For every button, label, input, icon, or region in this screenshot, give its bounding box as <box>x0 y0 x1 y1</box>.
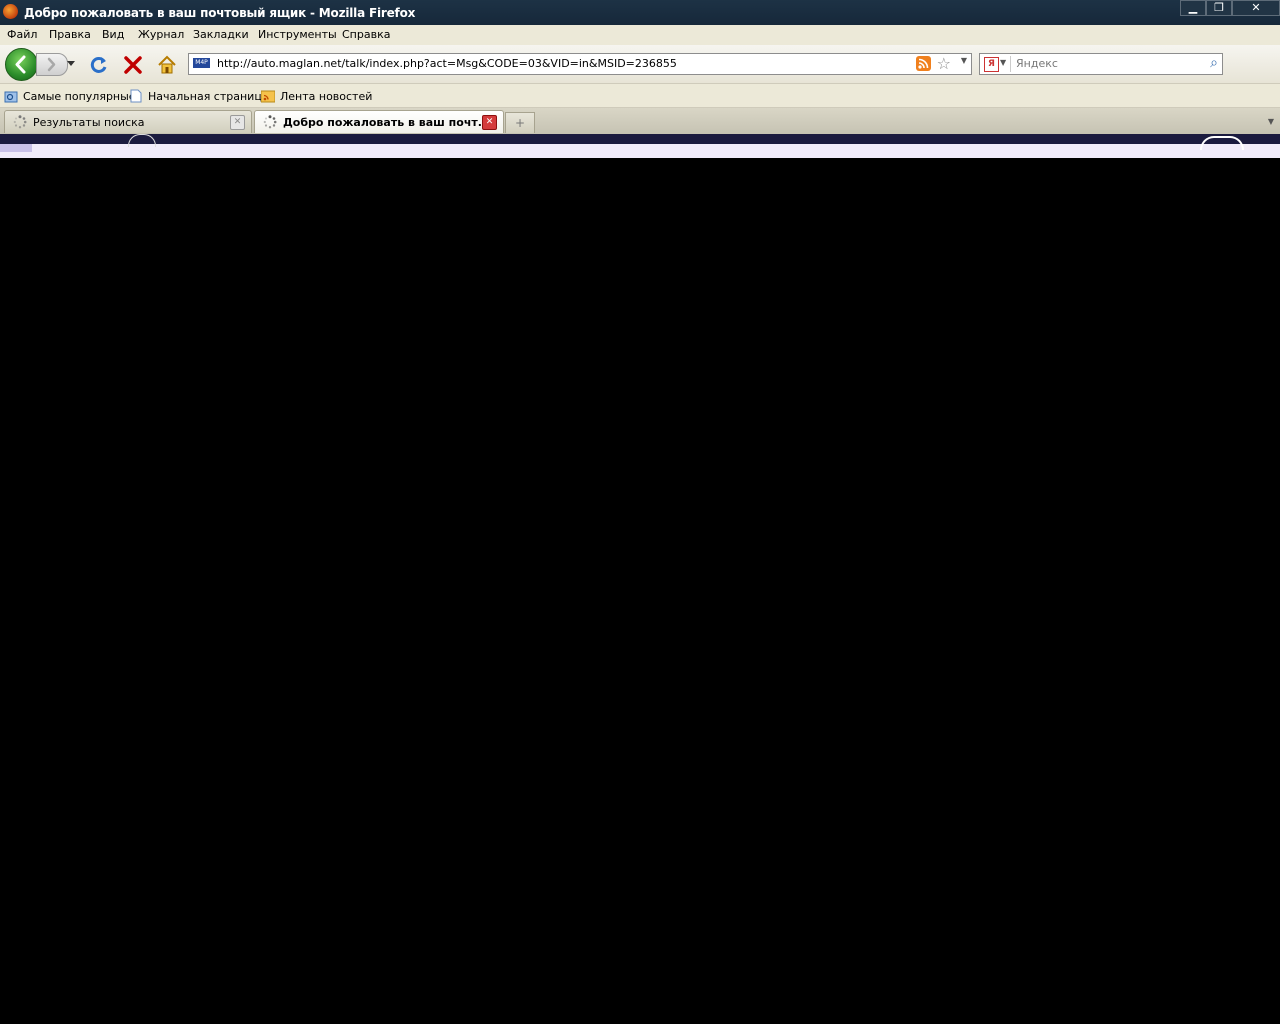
search-input[interactable]: Яндекс <box>1016 57 1058 70</box>
url-dropdown-icon[interactable]: ▼ <box>961 56 967 65</box>
smart-folder-icon <box>4 91 18 103</box>
loading-spinner-icon <box>13 115 27 129</box>
search-engine-selector[interactable]: Я ▼ <box>982 56 1011 72</box>
history-dropdown-icon[interactable] <box>67 61 75 67</box>
search-go-icon[interactable]: ⌕ <box>1210 55 1218 71</box>
rss-subscribe-icon[interactable] <box>916 56 931 71</box>
menu-history[interactable]: Журнал <box>138 28 184 41</box>
bookmarks-toolbar: Самые популярные Начальная страница Лент… <box>0 84 1280 108</box>
forward-button[interactable] <box>36 53 68 76</box>
menu-view[interactable]: Вид <box>102 28 124 41</box>
restore-button[interactable]: ❐ <box>1206 0 1232 16</box>
loading-spinner-icon <box>263 115 277 129</box>
window-titlebar: Добро пожаловать в ваш почтовый ящик - M… <box>0 0 1280 25</box>
forward-arrow-icon <box>47 57 56 72</box>
rss-feed-icon <box>261 90 275 103</box>
menu-help[interactable]: Справка <box>342 28 390 41</box>
window-controls: ▁ ❐ ✕ <box>1180 0 1280 16</box>
menu-tools[interactable]: Инструменты <box>258 28 337 41</box>
back-arrow-icon <box>15 55 26 74</box>
reload-icon[interactable] <box>89 55 109 75</box>
yandex-logo-icon: Я <box>984 57 999 72</box>
menu-bar: Файл Правка Вид Журнал Закладки Инструме… <box>0 25 1280 46</box>
url-text: http://auto.maglan.net/talk/index.php?ac… <box>217 57 677 70</box>
stop-icon[interactable] <box>123 55 143 75</box>
bookmark-most-visited[interactable]: Самые популярные <box>4 89 136 103</box>
search-bar[interactable]: Я ▼ Яндекс ⌕ <box>979 53 1223 75</box>
menu-bookmarks[interactable]: Закладки <box>193 28 249 41</box>
bookmark-news-feed[interactable]: Лента новостей <box>261 89 372 103</box>
tab-list-dropdown-icon[interactable]: ▼ <box>1264 112 1278 132</box>
bookmark-start-page[interactable]: Начальная страница <box>129 89 269 103</box>
bookmark-star-icon[interactable]: ☆ <box>937 54 951 73</box>
window-title: Добро пожаловать в ваш почтовый ящик - M… <box>24 6 416 20</box>
page-content-header-fragment <box>0 134 1280 158</box>
tab-mailbox[interactable]: Добро пожаловать в ваш почт... ✕ <box>254 110 504 133</box>
tab-close-icon[interactable]: ✕ <box>230 115 245 130</box>
page-icon <box>130 89 142 103</box>
minimize-button[interactable]: ▁ <box>1180 0 1206 16</box>
tab-label: Добро пожаловать в ваш почт... <box>283 116 491 129</box>
tab-strip: Результаты поиска ✕ Добро пожаловать в в… <box>0 108 1280 134</box>
engine-dropdown-icon: ▼ <box>1000 58 1007 67</box>
menu-file[interactable]: Файл <box>7 28 37 41</box>
navigation-toolbar: M4P http://auto.maglan.net/talk/index.ph… <box>0 45 1280 116</box>
tab-label: Результаты поиска <box>33 116 145 129</box>
page-content-area <box>0 158 1280 1024</box>
url-bar[interactable]: M4P http://auto.maglan.net/talk/index.ph… <box>188 53 972 75</box>
home-icon[interactable] <box>157 55 177 75</box>
bookmark-label: Начальная страница <box>148 89 269 103</box>
bookmark-label: Лента новостей <box>280 89 373 103</box>
firefox-logo-icon <box>3 4 18 19</box>
menu-edit[interactable]: Правка <box>49 28 91 41</box>
tab-search-results[interactable]: Результаты поиска ✕ <box>4 110 252 133</box>
tab-close-icon[interactable]: ✕ <box>482 115 497 130</box>
back-button[interactable] <box>5 48 38 81</box>
close-window-button[interactable]: ✕ <box>1232 0 1280 16</box>
site-favicon-icon: M4P <box>193 58 210 68</box>
new-tab-button[interactable]: + <box>505 112 535 133</box>
bookmark-label: Самые популярные <box>23 89 136 103</box>
